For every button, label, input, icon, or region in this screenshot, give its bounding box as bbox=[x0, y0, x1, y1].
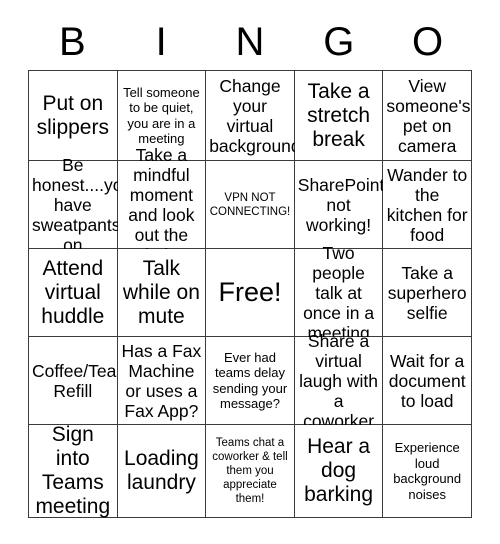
bingo-cell-text: Tell someone to be quiet, you are in a m… bbox=[123, 84, 200, 147]
bingo-cell-i3[interactable]: Talk while on mute bbox=[117, 249, 207, 337]
bingo-cell-g3[interactable]: Two people talk at once in a meeting bbox=[294, 243, 384, 343]
bingo-cell-b5[interactable]: Sign into Teams meeting bbox=[29, 423, 118, 518]
bingo-cell-o2[interactable]: Wander to the kitchen for food bbox=[383, 161, 472, 249]
bingo-row: Sign into Teams meeting Loading laundry … bbox=[29, 423, 472, 518]
bingo-cell-n2[interactable]: VPN NOT CONNECTING! bbox=[206, 161, 295, 249]
bingo-cell-text: Ever had teams delay sending your messag… bbox=[212, 349, 288, 412]
bingo-header-letter-b: B bbox=[59, 20, 86, 64]
bingo-cell-text: Change your virtual background bbox=[209, 75, 301, 156]
bingo-cell-free-space[interactable]: Free! bbox=[206, 249, 295, 337]
bingo-grid: Put on slippers Tell someone to be quiet… bbox=[28, 70, 472, 518]
bingo-cell-text: Loading laundry bbox=[124, 447, 199, 494]
bingo-cell-text: SharePoint not working! bbox=[297, 174, 385, 235]
bingo-cell-n5[interactable]: Teams chat a coworker & tell them you ap… bbox=[206, 425, 295, 518]
bingo-cell-o5[interactable]: Experience loud background noises bbox=[383, 425, 472, 518]
bingo-row: Be honest....you have sweatpants on Take… bbox=[29, 145, 472, 265]
bingo-cell-b1[interactable]: Put on slippers bbox=[29, 71, 118, 161]
bingo-cell-o3[interactable]: Take a superhero selfie bbox=[383, 249, 472, 337]
bingo-cell-text: Hear a dog barking bbox=[304, 435, 374, 506]
bingo-cell-text: Sign into Teams meeting bbox=[35, 423, 111, 518]
bingo-cell-i5[interactable]: Loading laundry bbox=[117, 425, 207, 518]
bingo-cell-text: Coffee/Tea Refill bbox=[32, 360, 117, 401]
bingo-cell-text: View someone's pet on camera bbox=[386, 75, 471, 156]
bingo-header-letter-g: G bbox=[323, 20, 355, 64]
bingo-cell-b4[interactable]: Coffee/Tea Refill bbox=[29, 337, 118, 425]
bingo-cell-n1[interactable]: Change your virtual background bbox=[206, 71, 301, 161]
bingo-cell-b3[interactable]: Attend virtual huddle bbox=[29, 249, 118, 337]
bingo-cell-n4[interactable]: Ever had teams delay sending your messag… bbox=[206, 337, 295, 425]
bingo-cell-i4[interactable]: Has a Fax Machine or uses a Fax App? bbox=[117, 337, 207, 425]
bingo-cell-text: Attend virtual huddle bbox=[41, 256, 105, 328]
bingo-row: Attend virtual huddle Talk while on mute… bbox=[29, 243, 472, 343]
bingo-cell-text: Has a Fax Machine or uses a Fax App? bbox=[121, 340, 202, 421]
bingo-cell-g4[interactable]: Share a virtual laugh with a coworker bbox=[294, 331, 384, 431]
bingo-cell-b2[interactable]: Be honest....you have sweatpants on bbox=[29, 155, 132, 255]
bingo-cell-text: Talk while on mute bbox=[122, 256, 200, 328]
bingo-card: B I N G O Put on slippers Tell someone t… bbox=[28, 14, 472, 518]
bingo-header-letter-n: N bbox=[235, 20, 265, 64]
bingo-row: Put on slippers Tell someone to be quiet… bbox=[29, 71, 472, 161]
bingo-cell-text: Be honest....you have sweatpants on bbox=[32, 154, 133, 255]
bingo-cell-g2[interactable]: SharePoint not working! bbox=[294, 161, 385, 249]
bingo-cell-text: Take a mindful moment and look out the w… bbox=[128, 144, 195, 265]
bingo-header-letter-i: I bbox=[155, 20, 167, 64]
bingo-cell-g5[interactable]: Hear a dog barking bbox=[294, 425, 384, 518]
bingo-cell-text: Take a superhero selfie bbox=[387, 262, 467, 323]
bingo-cell-g1[interactable]: Take a stretch break bbox=[294, 71, 384, 161]
bingo-header: B I N G O bbox=[28, 14, 472, 70]
bingo-cell-o1[interactable]: View someone's pet on camera bbox=[383, 71, 472, 161]
bingo-free-space-text: Free! bbox=[218, 277, 282, 307]
bingo-cell-text: Wait for a document to load bbox=[388, 350, 466, 411]
bingo-cell-o4[interactable]: Wait for a document to load bbox=[383, 337, 472, 425]
bingo-cell-text: Put on slippers bbox=[36, 91, 109, 139]
bingo-cell-text: Experience loud background noises bbox=[393, 440, 462, 502]
bingo-cell-text: VPN NOT CONNECTING! bbox=[209, 191, 291, 218]
bingo-cell-text: Share a virtual laugh with a coworker bbox=[299, 330, 378, 431]
bingo-cell-i2[interactable]: Take a mindful moment and look out the w… bbox=[117, 145, 207, 265]
bingo-header-letter-o: O bbox=[412, 20, 444, 64]
bingo-cell-text: Teams chat a coworker & tell them you ap… bbox=[212, 437, 288, 505]
bingo-cell-text: Two people talk at once in a meeting bbox=[303, 242, 375, 343]
bingo-row: Coffee/Tea Refill Has a Fax Machine or u… bbox=[29, 331, 472, 431]
bingo-cell-text: Wander to the kitchen for food bbox=[386, 164, 468, 245]
bingo-cell-text: Take a stretch break bbox=[307, 79, 371, 151]
